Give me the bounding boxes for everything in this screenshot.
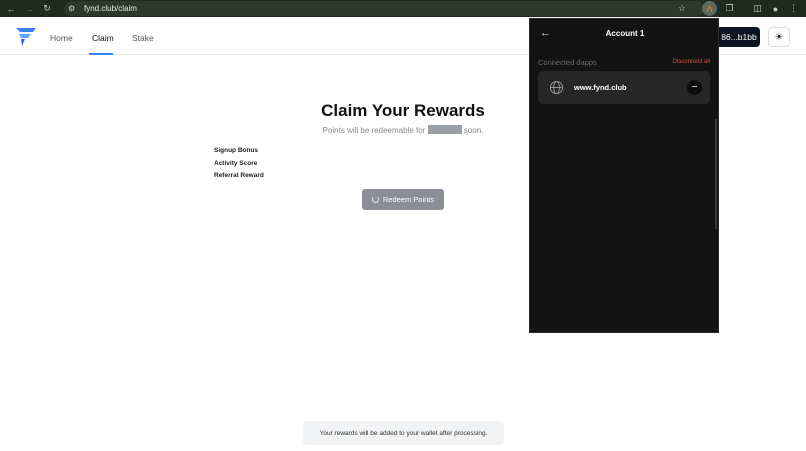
menu-kebab-icon[interactable]: ⋮ (786, 1, 801, 16)
address-bar[interactable]: ⚙ fynd.club/claim ☆ (64, 1, 704, 16)
subtitle-end: soon. (463, 126, 484, 135)
info-toast: Your rewards will be added to your walle… (303, 421, 504, 445)
nav-claim[interactable]: Claim (92, 33, 114, 43)
sun-icon: ☀ (774, 31, 784, 43)
wallet-extension-icon[interactable]: Λ (702, 1, 717, 16)
signup-bonus-label: Signup Bonus (214, 147, 259, 154)
profile-icon[interactable]: ● (768, 1, 783, 16)
browser-toolbar: ← → ↻ ⚙ fynd.club/claim ☆ Λ ❐ ◫ ● ⋮ (0, 0, 806, 17)
side-panel-icon[interactable]: ◫ (750, 1, 765, 16)
redeem-points-label: Redeem Points (382, 195, 435, 204)
loading-spinner-icon (371, 196, 379, 203)
extensions-puzzle-icon[interactable]: ❐ (722, 1, 737, 16)
nav-home[interactable]: Home (50, 33, 73, 43)
back-arrow-icon[interactable]: ← (4, 2, 18, 16)
connected-dapp-row: www.fynd.club − (538, 71, 710, 104)
dapp-name: www.fynd.club (574, 83, 627, 92)
wallet-extension-popup: ← Account 1 Connected dapps Disconnect a… (529, 18, 719, 333)
reload-icon[interactable]: ↻ (40, 2, 54, 16)
disconnect-all-button[interactable]: Disconnect all (673, 59, 710, 65)
referral-reward-label: Referral Reward (214, 172, 264, 179)
globe-icon (549, 80, 564, 95)
connected-dapps-label: Connected dapps (538, 58, 597, 67)
minus-icon: − (691, 82, 698, 93)
popup-scrollbar[interactable] (715, 119, 717, 229)
redacted-block (427, 125, 462, 134)
activity-score-label: Activity Score (214, 160, 258, 167)
subtitle-text: Points will be redeemable for (322, 126, 426, 135)
account-title: Account 1 (605, 29, 645, 38)
remove-dapp-button[interactable]: − (687, 80, 702, 95)
fynd-logo[interactable] (16, 28, 36, 46)
forward-arrow-icon[interactable]: → (22, 2, 36, 16)
site-settings-icon[interactable]: ⚙ (68, 4, 80, 13)
theme-toggle-button[interactable]: ☀ (768, 27, 790, 47)
active-nav-underline (89, 53, 113, 55)
bookmark-star-icon[interactable]: ☆ (678, 3, 686, 14)
redeem-points-button[interactable]: Redeem Points (362, 189, 444, 210)
nav-stake[interactable]: Stake (132, 33, 154, 43)
url-text: fynd.club/claim (84, 4, 137, 13)
